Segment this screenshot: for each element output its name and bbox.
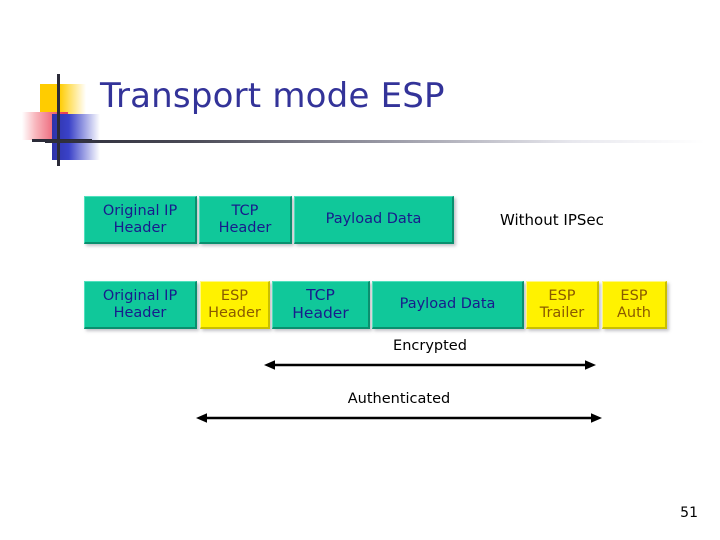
page-number: 51 — [680, 505, 698, 521]
without-ipsec-note: Without IPSec — [500, 211, 604, 229]
encrypted-double-arrow-icon — [264, 360, 596, 370]
packet-field-label: ESP Trailer — [539, 288, 585, 321]
title-divider — [45, 140, 705, 143]
packet-field-tcp-header: TCP Header — [272, 281, 370, 329]
without-ipsec-packet-row: Original IP Header TCP Header Payload Data — [84, 196, 454, 244]
encrypted-span-label: Encrypted — [393, 338, 467, 354]
page-title: Transport mode ESP — [100, 76, 445, 116]
packet-field-label: Payload Data — [325, 211, 422, 228]
slide-logo-decoration — [22, 74, 108, 166]
authenticated-double-arrow-icon — [196, 413, 602, 423]
packet-field-label: Original IP Header — [102, 203, 178, 236]
packet-field-tcp-header: TCP Header — [199, 196, 292, 244]
packet-field-payload-data: Payload Data — [372, 281, 524, 329]
logo-vertical-rule-icon — [57, 74, 60, 166]
packet-field-label: TCP Header — [292, 286, 349, 322]
authenticated-span-label: Authenticated — [347, 391, 451, 407]
esp-transport-packet-row: Original IP Header ESP Header TCP Header Paylo… — [84, 281, 667, 329]
packet-field-label: Original IP Header — [102, 288, 178, 321]
packet-field-label: TCP Header — [218, 203, 272, 236]
packet-field-label: ESP Auth — [617, 288, 651, 321]
packet-field-payload-data: Payload Data — [294, 196, 454, 244]
packet-field-original-ip-header: Original IP Header — [84, 196, 197, 244]
packet-field-original-ip-header: Original IP Header — [84, 281, 197, 329]
packet-field-label: ESP Header — [208, 288, 261, 321]
packet-field-esp-auth: ESP Auth — [602, 281, 667, 329]
packet-field-label: Payload Data — [399, 296, 496, 313]
packet-field-esp-header: ESP Header — [200, 281, 270, 329]
packet-field-esp-trailer: ESP Trailer — [526, 281, 599, 329]
